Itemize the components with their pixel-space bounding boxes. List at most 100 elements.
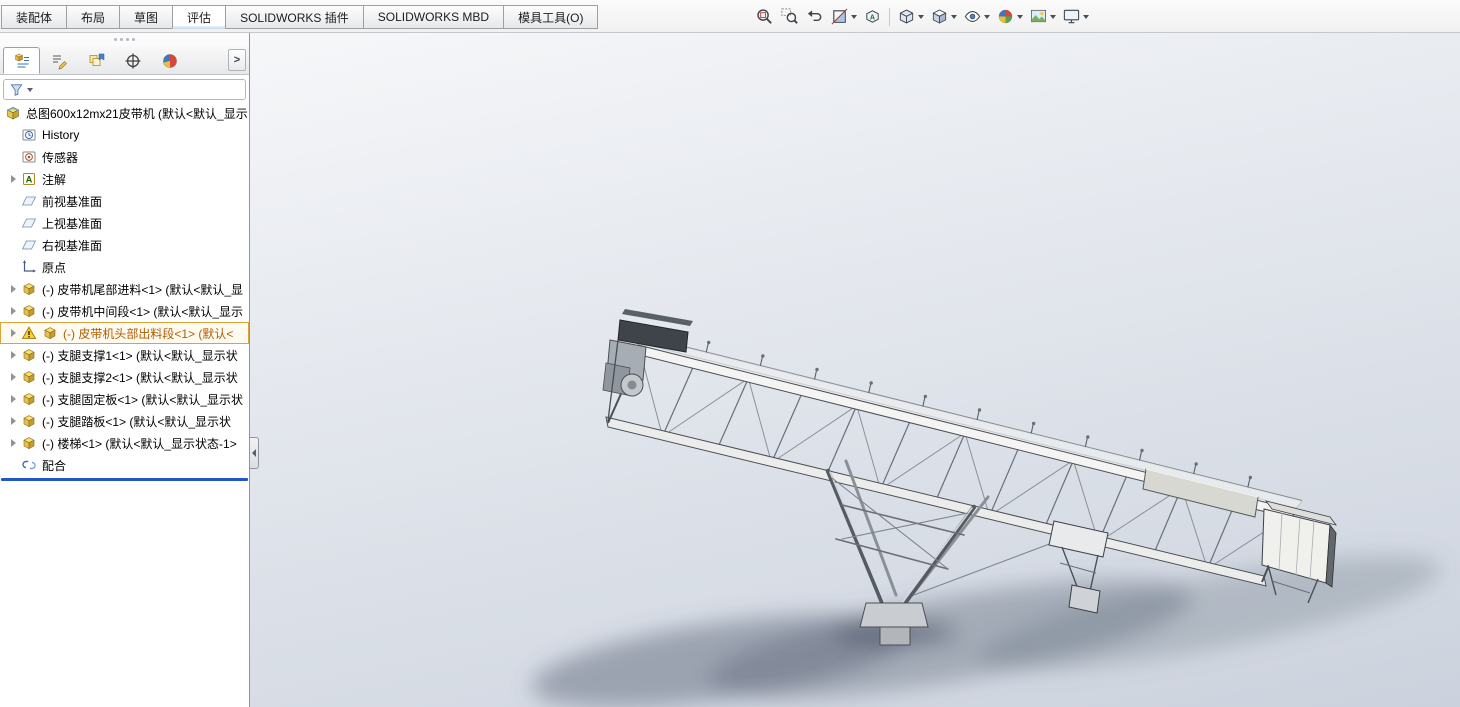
edit-appearance-icon [996,7,1015,26]
dimxpertmanager-icon [124,52,142,70]
panel-resize-grip[interactable] [0,33,249,45]
dropdown-caret-icon [984,15,990,19]
expand-arrow-icon[interactable] [6,285,21,293]
tree-item-label: (-) 支腿踏板<1> (默认<默认_显示状 [42,413,231,430]
view-settings-icon [1062,7,1081,26]
component-icon [21,347,38,363]
featuremanager-design-tree-tab[interactable] [3,47,40,74]
toolbar-separator [889,8,890,26]
tree-item-label: (-) 支腿固定板<1> (默认<默认_显示状 [42,391,243,408]
panel-tabs-expand-button[interactable]: > [228,49,246,71]
rollback-bar[interactable] [1,478,248,481]
edit-appearance-button[interactable] [993,5,1026,28]
tree-item-component-leg-fixing-plate[interactable]: (-) 支腿固定板<1> (默认<默认_显示状 [0,388,249,410]
previous-view-button[interactable] [802,5,827,28]
tree-item-front-plane[interactable]: 前视基准面 [0,190,249,212]
component-icon [21,413,38,429]
tree-item-label: 原点 [42,259,66,276]
zoom-to-fit-button[interactable] [752,5,777,28]
tab-solidworks-add-ins[interactable]: SOLIDWORKS 插件 [225,5,364,29]
dropdown-caret-icon [1083,15,1089,19]
view-orientation-button[interactable] [894,5,927,28]
tab-evaluate[interactable]: 评估 [172,5,226,29]
tree-item-label: (-) 支腿支撑1<1> (默认<默认_显示状 [42,347,238,364]
filter-bar[interactable] [3,79,246,100]
panel-tab-strip: > [0,45,249,75]
featuremanager-design-tree-icon [13,52,31,70]
expand-arrow-icon[interactable] [6,175,21,183]
tab-mold-tools[interactable]: 模具工具(O) [503,5,598,29]
component-icon [21,391,38,407]
tree-item-label: (-) 楼梯<1> (默认<默认_显示状态-1> [42,435,237,452]
mates-icon [21,457,38,473]
plane-icon [21,237,38,253]
feature-manager-panel: > 总图600x12mx21皮带机 (默认<默认_显示 History 传感器A注解… [0,33,250,707]
filter-icon [9,82,24,97]
tree-item-label: 前视基准面 [42,193,102,210]
tree-item-sensors[interactable]: 传感器 [0,146,249,168]
tree-item-top-plane[interactable]: 上视基准面 [0,212,249,234]
tab-solidworks-mbd[interactable]: SOLIDWORKS MBD [363,5,504,29]
display-style-button[interactable] [927,5,960,28]
configurationmanager-icon [87,52,105,70]
tree-item-label: 注解 [42,171,66,188]
tree-item-label: 上视基准面 [42,215,102,232]
expand-arrow-icon[interactable] [6,351,21,359]
tree-item-component-stairs[interactable]: (-) 楼梯<1> (默认<默认_显示状态-1> [0,432,249,454]
assembly-icon [5,105,22,121]
expand-arrow-icon[interactable] [6,373,21,381]
tree-item-history[interactable]: History [0,124,249,146]
dropdown-caret-icon [1050,15,1056,19]
tree-item-component-head-discharge[interactable]: (-) 皮带机头部出料段<1> (默认< [0,322,249,344]
tree-item-component-leg-support-2[interactable]: (-) 支腿支撑2<1> (默认<默认_显示状 [0,366,249,388]
zoom-to-area-icon [780,7,799,26]
hide-show-items-button[interactable] [960,5,993,28]
tree-item-label: History [42,128,79,142]
tree-item-component-tail-feed[interactable]: (-) 皮带机尾部进料<1> (默认<默认_显 [0,278,249,300]
view-settings-button[interactable] [1059,5,1092,28]
component-icon [21,435,38,451]
feature-tree: 总图600x12mx21皮带机 (默认<默认_显示 History 传感器A注解前视… [0,102,249,476]
expand-arrow-icon[interactable] [6,329,21,337]
warning-icon [21,325,38,341]
configurationmanager-tab[interactable] [77,47,114,74]
tree-item-component-leg-tread[interactable]: (-) 支腿踏板<1> (默认<默认_显示状 [0,410,249,432]
previous-view-icon [805,7,824,26]
tree-item-right-plane[interactable]: 右视基准面 [0,234,249,256]
tree-item-annotations[interactable]: A注解 [0,168,249,190]
tree-item-label: 配合 [42,457,66,474]
tab-layout[interactable]: 布局 [66,5,120,29]
expand-arrow-icon[interactable] [6,307,21,315]
displaymanager-tab[interactable] [151,47,188,74]
propertymanager-tab[interactable] [40,47,77,74]
apply-scene-button[interactable] [1026,5,1059,28]
origin-icon [21,259,38,275]
tree-item-label: (-) 皮带机尾部进料<1> (默认<默认_显 [42,281,243,298]
tree-item-label: 右视基准面 [42,237,102,254]
dimxpertmanager-tab[interactable] [114,47,151,74]
apply-scene-icon [1029,7,1048,26]
expand-arrow-icon[interactable] [6,395,21,403]
history-icon [21,127,38,143]
tree-item-root-assembly[interactable]: 总图600x12mx21皮带机 (默认<默认_显示 [0,102,249,124]
tree-item-component-leg-support-1[interactable]: (-) 支腿支撑1<1> (默认<默认_显示状 [0,344,249,366]
component-icon [21,281,38,297]
dynamic-annotation-views-button[interactable]: A [860,5,885,28]
expand-arrow-icon[interactable] [6,417,21,425]
panel-collapse-handle[interactable] [250,437,259,469]
zoom-to-area-button[interactable] [777,5,802,28]
propertymanager-icon [50,52,68,70]
tab-assembly[interactable]: 装配体 [1,5,67,29]
tab-sketch[interactable]: 草图 [119,5,173,29]
model-conveyor[interactable] [250,33,1460,707]
section-view-button[interactable] [827,5,860,28]
dropdown-caret-icon [951,15,957,19]
tree-item-component-middle-section[interactable]: (-) 皮带机中间段<1> (默认<默认_显示 [0,300,249,322]
component-icon [42,325,59,341]
expand-arrow-icon[interactable] [6,439,21,447]
section-view-icon [830,7,849,26]
tree-item-origin[interactable]: 原点 [0,256,249,278]
component-icon [21,369,38,385]
tree-item-mates[interactable]: 配合 [0,454,249,476]
viewport-3d[interactable] [250,33,1460,707]
